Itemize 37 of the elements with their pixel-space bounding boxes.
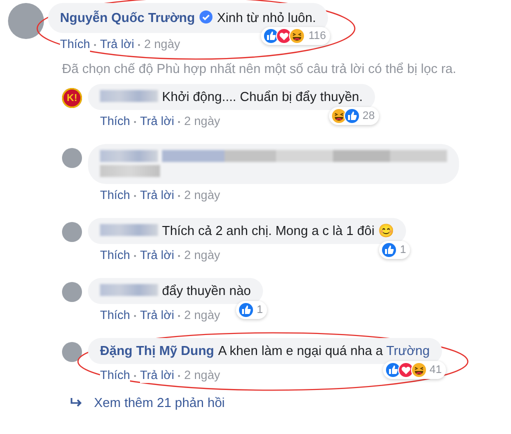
comment-text: Khởi động.... Chuẩn bị đẩy thuyền. [162, 89, 363, 104]
reply-arrow-icon [70, 398, 82, 408]
timestamp: 2 ngày [184, 308, 220, 323]
reply-link[interactable]: Trả lời [140, 368, 174, 383]
comment-text: đẩy thuyền nào [162, 283, 251, 298]
avatar-photo-placeholder[interactable] [62, 282, 82, 302]
timestamp: 2 ngày [184, 188, 220, 203]
comment-text: A khen làm e ngại quá nha a [218, 343, 383, 358]
more-replies-link[interactable]: Xem thêm 21 phản hồi [94, 395, 225, 410]
laughing-reaction-icon [410, 362, 427, 378]
like-reaction-icon [344, 108, 360, 124]
mention-link[interactable]: Trường [386, 343, 430, 358]
timestamp: 2 ngày [184, 368, 220, 383]
reaction-count: 1 [256, 303, 263, 318]
timestamp: 2 ngày [184, 114, 220, 129]
avatar-photo-placeholder[interactable] [62, 342, 82, 362]
laughing-reaction-icon [289, 28, 306, 44]
timestamp: 2 ngày [184, 248, 220, 263]
reaction-count: 41 [430, 363, 442, 378]
timestamp: 2 ngày [144, 37, 180, 52]
like-reaction-icon [380, 242, 397, 258]
comment-text: Thích cả 2 anh chị. Mong a c là 1 đôi [162, 223, 374, 238]
avatar-logo[interactable]: K! [62, 88, 82, 108]
author-name-link[interactable]: Nguyễn Quốc Trường [60, 10, 195, 25]
like-link[interactable]: Thích [100, 368, 130, 383]
comment-text: Xinh từ nhỏ luôn. [216, 10, 316, 25]
avatar-photo-placeholder[interactable] [8, 3, 44, 39]
reaction-count: 116 [308, 29, 326, 44]
reaction-count: 28 [362, 109, 375, 124]
like-reaction-icon [238, 302, 254, 318]
avatar-photo-placeholder[interactable] [62, 148, 82, 168]
filter-notice: Đã chọn chế độ Phù hợp nhất nên một số câu trả lời có thể bị lọc ra. [62, 61, 458, 76]
avatar-photo-placeholder[interactable] [62, 222, 82, 242]
emoji: 😊 [378, 223, 394, 238]
reaction-count: 1 [400, 243, 406, 258]
author-name-link[interactable]: Đặng Thị Mỹ Dung [100, 343, 214, 358]
like-link[interactable]: Thích [60, 37, 90, 52]
